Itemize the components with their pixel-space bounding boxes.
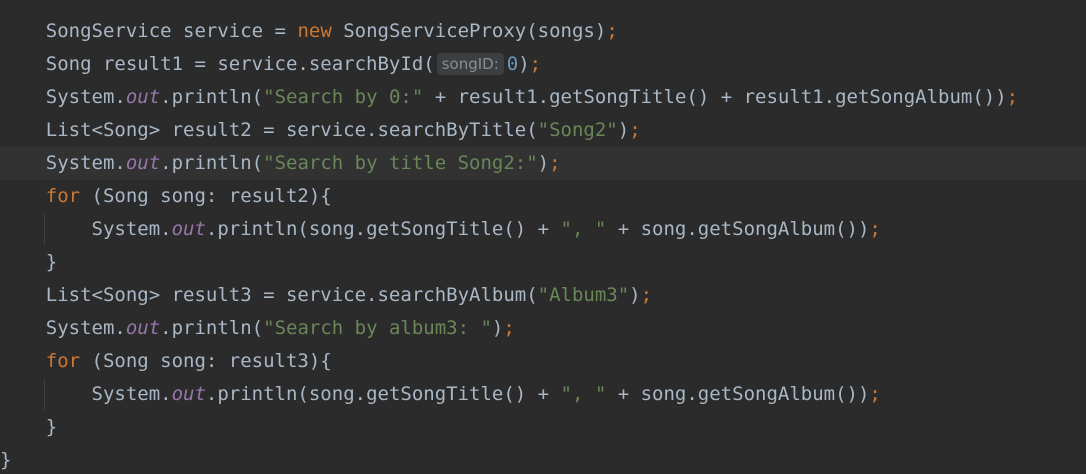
string-literal: "Album3": [537, 284, 630, 306]
code-text: (Song song: result2){: [80, 185, 332, 207]
string-literal: "Search by title Song2:": [263, 152, 538, 174]
static-field-out: out: [125, 317, 161, 339]
code-text: SongServiceProxy(songs): [331, 20, 607, 42]
semicolon: ;: [869, 218, 881, 240]
semicolon: ;: [529, 53, 542, 75]
static-field-out: out: [171, 383, 206, 405]
code-line-1[interactable]: SongService service = new SongServicePro…: [0, 15, 1086, 48]
code-line-4[interactable]: List<Song> result2 = service.searchByTit…: [0, 114, 1086, 147]
code-text: ): [491, 317, 504, 339]
code-text: + song.getSongAlbum()): [606, 383, 870, 405]
semicolon: ;: [549, 152, 561, 174]
code-line-10[interactable]: System.out.println("Search by album3: ")…: [0, 312, 1086, 345]
string-literal: "Search by 0:": [263, 86, 424, 108]
code-text: System.: [45, 152, 126, 174]
semicolon: ;: [640, 284, 653, 306]
code-text: ): [518, 53, 530, 75]
code-text: ): [617, 119, 630, 141]
code-text: (Song song: result3){: [80, 350, 332, 372]
semicolon: ;: [869, 383, 881, 405]
string-literal: "Song2": [537, 119, 618, 141]
code-text: .println(: [160, 152, 264, 174]
code-line-7[interactable]: System.out.println(song.getSongTitle() +…: [0, 213, 1086, 246]
number-literal: 0: [506, 53, 519, 75]
code-editor[interactable]: SongService service = new SongServicePro…: [0, 0, 1086, 474]
code-line-3[interactable]: System.out.println("Search by 0:" + resu…: [0, 81, 1086, 114]
code-line-6[interactable]: for (Song song: result2){: [0, 180, 1086, 213]
code-text: System.: [91, 383, 172, 405]
code-line-14[interactable]: }: [0, 444, 1086, 474]
keyword-for: for: [45, 350, 81, 372]
code-text: Song result1 = service.searchById(: [45, 53, 435, 75]
code-text: .println(song.getSongTitle() +: [205, 218, 561, 240]
parameter-hint: songID:: [436, 53, 504, 75]
code-line-11[interactable]: for (Song song: result3){: [0, 345, 1086, 378]
closing-brace: }: [45, 251, 58, 273]
static-field-out: out: [125, 152, 161, 174]
keyword-new: new: [297, 20, 332, 42]
string-literal: ", ": [560, 383, 607, 405]
code-line-5-current[interactable]: System.out.println("Search by title Song…: [0, 147, 1086, 180]
code-text: List<Song> result3 = service.searchByAlb…: [45, 284, 538, 306]
code-line-8[interactable]: }: [0, 246, 1086, 279]
keyword-for: for: [45, 185, 81, 207]
code-text: SongService service =: [45, 20, 298, 42]
code-line-2[interactable]: Song result1 = service.searchById(songID…: [0, 48, 1086, 81]
string-literal: "Search by album3: ": [263, 317, 492, 339]
semicolon: ;: [503, 317, 515, 339]
code-text: ): [537, 152, 550, 174]
string-literal: ", ": [560, 218, 607, 240]
static-field-out: out: [171, 218, 206, 240]
semicolon: ;: [606, 20, 618, 42]
semicolon: ;: [629, 119, 641, 141]
closing-brace: }: [45, 416, 58, 438]
code-line-12[interactable]: System.out.println(song.getSongTitle() +…: [0, 378, 1086, 411]
code-text: + song.getSongAlbum()): [606, 218, 870, 240]
code-text: List<Song> result2 = service.searchByTit…: [45, 119, 538, 141]
code-text: + result1.getSongTitle() + result1.getSo…: [423, 86, 1007, 108]
static-field-out: out: [125, 86, 161, 108]
code-text: System.: [45, 317, 126, 339]
semicolon: ;: [1006, 86, 1019, 108]
code-line-9[interactable]: List<Song> result3 = service.searchByAlb…: [0, 279, 1086, 312]
code-text: .println(song.getSongTitle() +: [205, 383, 561, 405]
code-text: .println(: [160, 317, 264, 339]
closing-brace: }: [0, 449, 12, 471]
code-text: System.: [91, 218, 172, 240]
code-text: ): [629, 284, 641, 306]
code-text: .println(: [160, 86, 264, 108]
code-line-13[interactable]: }: [0, 411, 1086, 444]
code-text: System.: [45, 86, 126, 108]
